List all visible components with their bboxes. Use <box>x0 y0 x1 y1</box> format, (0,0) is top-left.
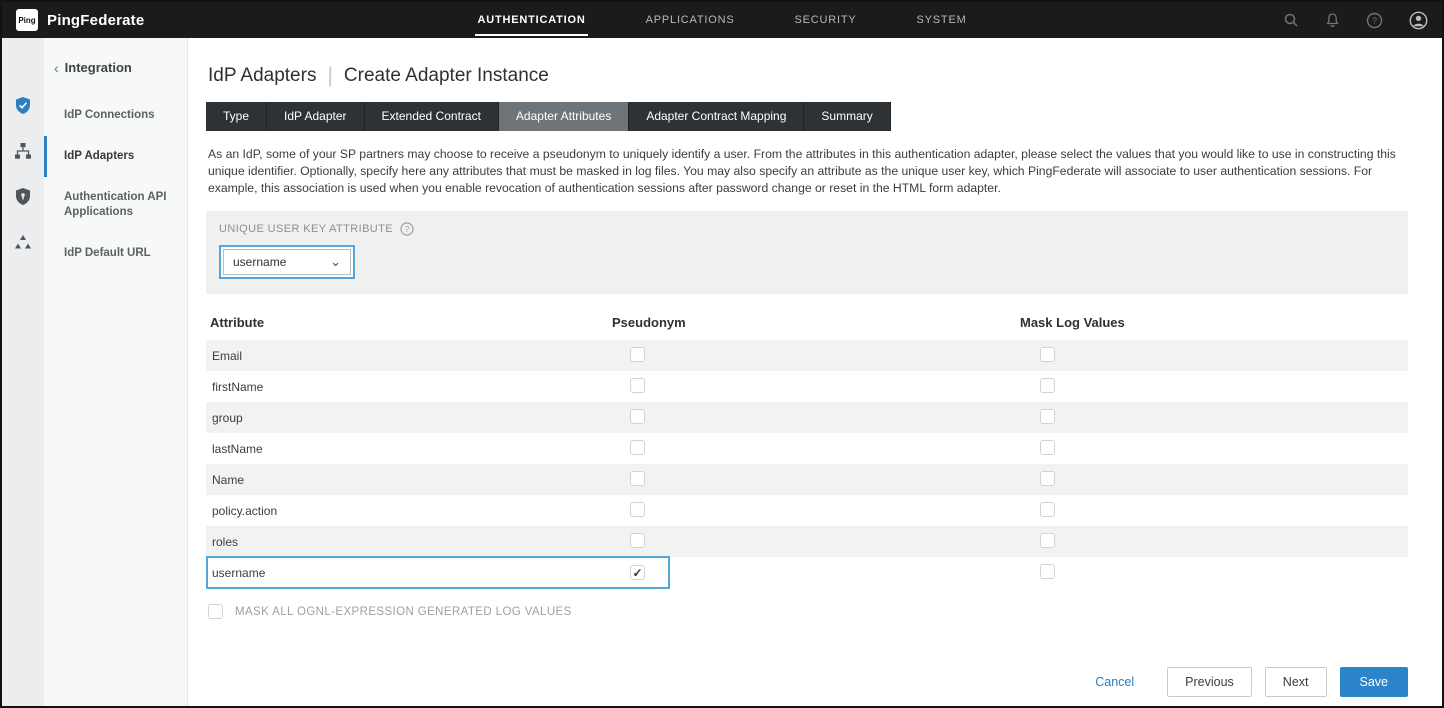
attribute-name: firstName <box>206 380 608 394</box>
sidebar-item-idp-default-url[interactable]: IdP Default URL <box>44 233 187 274</box>
shield-check-icon[interactable] <box>14 96 32 115</box>
sidebar-item-authentication-api-applications[interactable]: Authentication API Applications <box>44 177 187 233</box>
nav-applications[interactable]: APPLICATIONS <box>644 4 737 36</box>
attribute-name: roles <box>206 535 608 549</box>
table-row: lastName <box>206 433 1408 464</box>
page-description: As an IdP, some of your SP partners may … <box>208 146 1408 197</box>
mask-log-checkbox[interactable] <box>1040 564 1055 579</box>
svg-text:?: ? <box>405 225 410 234</box>
next-button[interactable]: Next <box>1265 667 1327 697</box>
tab-extended-contract[interactable]: Extended Contract <box>365 102 499 131</box>
notifications-bell-icon[interactable] <box>1325 12 1340 28</box>
top-bar: Ping PingFederate AUTHENTICATION APPLICA… <box>2 2 1442 38</box>
title-separator: | <box>316 64 343 88</box>
main-content: IdP Adapters | Create Adapter Instance T… <box>188 38 1442 706</box>
nav-system[interactable]: SYSTEM <box>915 4 969 36</box>
tab-adapter-contract-mapping[interactable]: Adapter Contract Mapping <box>629 102 804 131</box>
pseudonym-checkbox[interactable] <box>630 440 645 455</box>
mask-log-checkbox[interactable] <box>1040 502 1055 517</box>
column-header-mask-log-values: Mask Log Values <box>1016 315 1408 330</box>
column-header-pseudonym: Pseudonym <box>608 315 1016 330</box>
sidebar-section-label: Integration <box>65 60 132 75</box>
mask-all-label: MASK ALL OGNL-EXPRESSION GENERATED LOG V… <box>235 606 572 618</box>
pseudonym-checkbox[interactable]: ✓ <box>630 565 645 580</box>
user-account-icon[interactable] <box>1409 11 1428 30</box>
chevron-down-icon: ⌄ <box>330 254 341 270</box>
table-row: policy.action <box>206 495 1408 526</box>
table-row: username ✓ <box>206 557 1408 588</box>
mask-log-checkbox[interactable] <box>1040 471 1055 486</box>
pseudonym-checkbox[interactable] <box>630 409 645 424</box>
column-header-attribute: Attribute <box>206 315 608 330</box>
table-row: firstName <box>206 371 1408 402</box>
brand: Ping PingFederate <box>16 9 276 31</box>
attribute-name: lastName <box>206 442 608 456</box>
tab-adapter-attributes[interactable]: Adapter Attributes <box>499 102 629 131</box>
mask-log-checkbox[interactable] <box>1040 347 1055 362</box>
attribute-name: Email <box>206 349 608 363</box>
help-tooltip-icon[interactable]: ? <box>400 222 414 236</box>
sidebar-item-idp-connections[interactable]: IdP Connections <box>44 95 187 136</box>
search-icon[interactable] <box>1283 12 1299 28</box>
tab-idp-adapter[interactable]: IdP Adapter <box>267 102 365 131</box>
cancel-link[interactable]: Cancel <box>1095 675 1134 689</box>
mask-log-checkbox[interactable] <box>1040 533 1055 548</box>
table-row: Email <box>206 340 1408 371</box>
shield-lock-icon[interactable] <box>14 187 32 206</box>
page-title: IdP Adapters | Create Adapter Instance <box>208 64 1408 88</box>
page-title-primary: IdP Adapters <box>208 65 316 87</box>
sitemap-icon[interactable] <box>14 142 32 160</box>
mask-all-checkbox[interactable] <box>208 604 223 619</box>
mask-all-row: MASK ALL OGNL-EXPRESSION GENERATED LOG V… <box>208 604 1408 619</box>
save-button[interactable]: Save <box>1340 667 1409 697</box>
svg-text:?: ? <box>1372 16 1377 26</box>
mask-log-checkbox[interactable] <box>1040 409 1055 424</box>
attribute-name: Name <box>206 473 608 487</box>
sidebar-icon-rail <box>2 38 44 706</box>
mask-log-checkbox[interactable] <box>1040 378 1055 393</box>
table-row: group <box>206 402 1408 433</box>
help-icon[interactable]: ? <box>1366 12 1383 29</box>
sidebar-item-idp-adapters[interactable]: IdP Adapters <box>44 136 187 177</box>
tab-type[interactable]: Type <box>206 102 267 131</box>
attribute-name: policy.action <box>206 504 608 518</box>
wizard-footer: Cancel Previous Next Save <box>206 667 1408 697</box>
pseudonym-checkbox[interactable] <box>630 471 645 486</box>
table-header-row: Attribute Pseudonym Mask Log Values <box>206 307 1408 340</box>
unique-user-key-dropdown[interactable]: username ⌄ <box>223 249 351 275</box>
pingfederate-app: Ping PingFederate AUTHENTICATION APPLICA… <box>0 0 1444 708</box>
top-nav: AUTHENTICATION APPLICATIONS SECURITY SYS… <box>276 4 1168 36</box>
dropdown-selected-value: username <box>233 255 286 269</box>
unique-user-key-panel: UNIQUE USER KEY ATTRIBUTE ? username ⌄ <box>206 211 1408 294</box>
brand-name: PingFederate <box>47 12 144 29</box>
nav-security[interactable]: SECURITY <box>792 4 858 36</box>
attributes-table: Attribute Pseudonym Mask Log Values Emai… <box>206 307 1408 588</box>
unique-user-key-label: UNIQUE USER KEY ATTRIBUTE <box>219 223 393 235</box>
top-bar-icons: ? <box>1168 11 1428 30</box>
sidebar: ‹ Integration IdP Connections IdP Adapte… <box>44 38 188 706</box>
pseudonym-checkbox[interactable] <box>630 533 645 548</box>
cluster-nodes-icon[interactable] <box>14 233 32 251</box>
table-row: Name <box>206 464 1408 495</box>
pseudonym-checkbox[interactable] <box>630 347 645 362</box>
attribute-name: group <box>206 411 608 425</box>
previous-button[interactable]: Previous <box>1167 667 1252 697</box>
dropdown-highlight: username ⌄ <box>219 245 355 279</box>
table-row: roles <box>206 526 1408 557</box>
attribute-name: username <box>206 566 608 580</box>
pseudonym-checkbox[interactable] <box>630 378 645 393</box>
mask-log-checkbox[interactable] <box>1040 440 1055 455</box>
wizard-tabs: Type IdP Adapter Extended Contract Adapt… <box>206 102 1408 131</box>
page-title-secondary: Create Adapter Instance <box>344 65 549 87</box>
nav-authentication[interactable]: AUTHENTICATION <box>475 4 587 36</box>
tab-summary[interactable]: Summary <box>804 102 890 131</box>
back-chevron-icon: ‹ <box>54 61 59 75</box>
pseudonym-checkbox[interactable] <box>630 502 645 517</box>
sidebar-section-integration[interactable]: ‹ Integration <box>44 60 187 75</box>
ping-logo-icon: Ping <box>16 9 38 31</box>
